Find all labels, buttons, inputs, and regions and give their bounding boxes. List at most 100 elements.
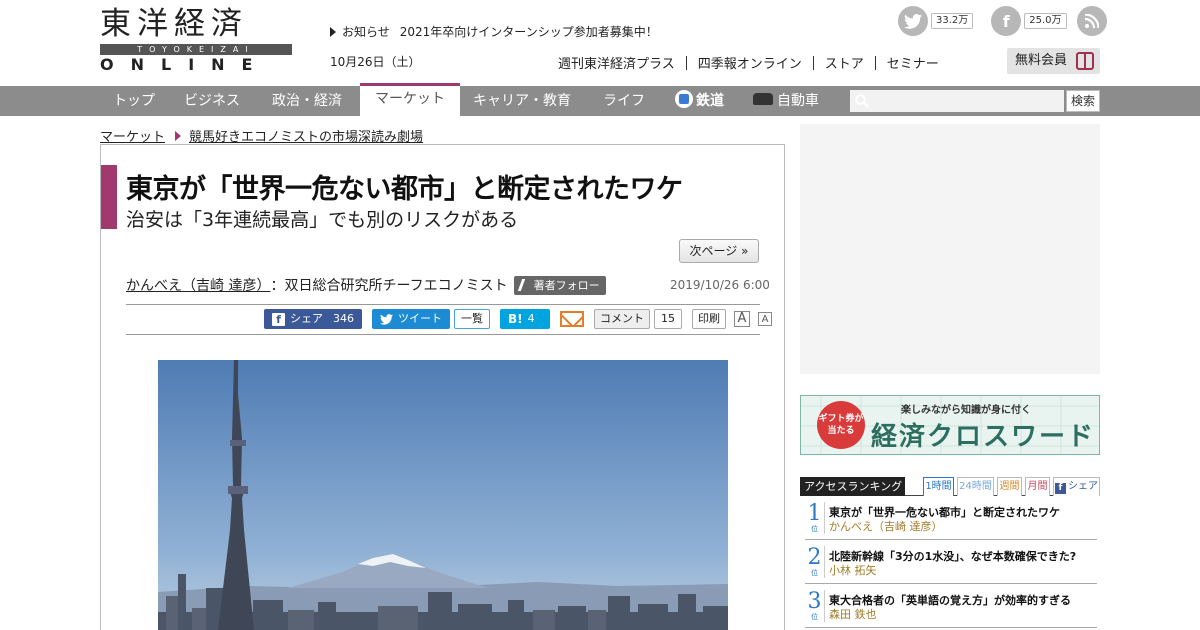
rank-number: 2位	[805, 546, 825, 578]
breadcrumb-arrow-icon	[175, 130, 182, 141]
search-button[interactable]: 検索	[1066, 90, 1100, 112]
hatena-bookmark-button[interactable]: B! 4	[500, 309, 550, 329]
site-header: 東洋経済 TOYOKEIZAI ONLINE お知らせ 2021年卒向けインター…	[0, 0, 1200, 86]
ranking-tab-monthly[interactable]: 月間	[1025, 477, 1050, 496]
share-divider-top	[126, 304, 760, 305]
share-divider-bottom	[126, 334, 760, 335]
author-title: ：双日総合研究所チーフエコノミスト	[270, 278, 508, 294]
tab-business[interactable]: ビジネス	[184, 86, 240, 116]
facebook-share-label: シェア	[290, 312, 323, 325]
comment-button[interactable]: コメント	[594, 309, 650, 329]
ranking-tab-share-label: シェア	[1068, 481, 1098, 492]
facebook-icon[interactable]: f	[991, 6, 1022, 36]
author-link[interactable]: かんべえ（吉崎 達彦）	[126, 275, 270, 295]
hatena-icon: B!	[508, 312, 523, 326]
train-icon	[675, 90, 693, 108]
tab-automobile-label: 自動車	[777, 93, 819, 109]
tweet-label: ツイート	[398, 312, 442, 325]
font-size-large-button[interactable]: A	[734, 311, 750, 327]
comment-count: 15	[654, 309, 682, 329]
breadcrumb-series[interactable]: 競馬好きエコノミストの市場深読み劇場	[189, 126, 423, 145]
twitter-icon	[380, 313, 393, 325]
nav-divider	[812, 55, 814, 70]
free-member-button[interactable]: 無料会員	[1007, 48, 1100, 74]
ranking-tabs: アクセスランキング 1時間 24時間 週間 月間 f シェア	[800, 477, 1100, 496]
rank-unit: 位	[811, 525, 818, 533]
logo-romaji: TOYOKEIZAI	[100, 44, 292, 55]
article-subtitle: 治安は「3年連続最高」でも別のリスクがある	[126, 209, 519, 231]
facebook-share-button[interactable]: f シェア 346	[264, 309, 362, 329]
tab-railway-label: 鉄道	[696, 93, 724, 109]
notice-banner[interactable]: お知らせ 2021年卒向けインターンシップ参加者募集中！	[330, 23, 658, 40]
publish-date: 2019/10/26 6:00	[670, 278, 770, 292]
article-photo-tokyo-skytree	[158, 360, 728, 630]
ranking-tab-1hour[interactable]: 1時間	[923, 477, 954, 496]
ranking-tab-24hours[interactable]: 24時間	[957, 477, 994, 496]
title-accent-bar	[101, 165, 117, 229]
search-input[interactable]	[850, 90, 1064, 112]
tab-career-education[interactable]: キャリア・教育	[473, 86, 571, 116]
crossword-title: 経済クロスワード	[871, 422, 1096, 452]
rank-number: 3位	[805, 590, 825, 622]
rank-article-author: かんべえ（吉崎 達彦）	[829, 520, 943, 533]
follow-author-label: 著者フォロー	[533, 278, 600, 292]
rss-icon[interactable]	[1076, 6, 1107, 36]
ranking-tab-weekly[interactable]: 週間	[997, 477, 1022, 496]
print-button[interactable]: 印刷	[692, 309, 726, 329]
notice-text: 2021年卒向けインターンシップ参加者募集中！	[399, 25, 658, 39]
free-member-label: 無料会員	[1015, 53, 1068, 68]
font-size-small-button[interactable]: A	[758, 312, 772, 326]
tweet-list-link[interactable]: 一覧	[454, 309, 490, 329]
tab-railway[interactable]: 鉄道	[675, 86, 724, 116]
nav-shikiho[interactable]: 四季報オンライン	[698, 53, 802, 72]
breadcrumb-market[interactable]: マーケット	[100, 126, 165, 145]
tab-politics-economy[interactable]: 政治・経済	[272, 86, 342, 116]
notice-arrow-icon	[330, 26, 336, 37]
tab-life[interactable]: ライフ	[603, 86, 645, 116]
ranking-tab-share[interactable]: f シェア	[1053, 477, 1100, 496]
ranking-item[interactable]: 1位 東京が「世界一危ない都市」と断定されたワケ かんべえ（吉崎 達彦）	[805, 496, 1097, 540]
sidebar-ad-space	[800, 124, 1100, 374]
hatena-count: 4	[527, 312, 535, 325]
facebook-icon: f	[272, 312, 285, 326]
tab-top[interactable]: トップ	[113, 86, 155, 116]
nav-divider	[685, 55, 687, 70]
site-logo[interactable]: 東洋経済 TOYOKEIZAI ONLINE	[100, 6, 292, 74]
crossword-banner[interactable]: ギフト券が当たる 楽しみながら知識が身に付く 経済クロスワード	[800, 395, 1100, 455]
next-page-button[interactable]: 次ページ »	[679, 239, 759, 263]
tweet-button[interactable]: ツイート	[372, 309, 450, 329]
search-icon	[855, 94, 869, 108]
rank-number: 1位	[805, 502, 825, 534]
ranking-item[interactable]: 3位 東大合格者の「英単語の覚え方」が効率的すぎる 森田 鉄也	[805, 584, 1097, 628]
notice-label: お知らせ	[342, 25, 390, 39]
pen-icon	[517, 278, 532, 291]
nav-seminar[interactable]: セミナー	[887, 53, 939, 72]
rank-article-author: 小林 拓矢	[829, 564, 877, 577]
logo-kanji: 東洋経済	[100, 6, 248, 42]
ranking-item[interactable]: 2位 北陸新幹線「3分の1水没」、なぜ本数確保できた? 小林 拓矢	[805, 540, 1097, 584]
crossword-gift-badge: ギフト券が当たる	[817, 401, 865, 449]
nav-weekly-plus[interactable]: 週刊東洋経済プラス	[558, 53, 675, 72]
nav-divider	[874, 55, 876, 70]
tab-automobile[interactable]: 自動車	[753, 86, 819, 116]
article-byline: かんべえ（吉崎 達彦） ：双日総合研究所チーフエコノミスト 著者フォロー	[126, 275, 606, 295]
facebook-follower-count: 25.0万	[1024, 13, 1067, 29]
follow-author-button[interactable]: 著者フォロー	[513, 275, 606, 295]
access-ranking: アクセスランキング 1時間 24時間 週間 月間 f シェア 1位 東京が「世界一…	[800, 477, 1100, 628]
article-title: 東京が「世界一危ない都市」と断定されたワケ	[126, 174, 683, 205]
mail-icon[interactable]	[560, 311, 584, 327]
tab-market[interactable]: マーケット	[360, 83, 460, 116]
current-date: 10月26日（土）	[330, 55, 421, 69]
rank-unit: 位	[811, 613, 818, 621]
twitter-icon[interactable]	[898, 6, 928, 36]
nav-store[interactable]: ストア	[825, 53, 864, 72]
facebook-icon: f	[1055, 483, 1066, 494]
facebook-share-count: 346	[333, 312, 354, 325]
breadcrumb: マーケット 競馬好きエコノミストの市場深読み劇場	[100, 126, 423, 145]
crossword-tagline: 楽しみながら知識が身に付く	[901, 405, 1031, 416]
car-icon	[753, 93, 773, 105]
share-bar: f シェア 346 ツイート 一覧 B! 4 コメント 15 印刷 A A	[264, 309, 772, 329]
top-utility-nav: 週刊東洋経済プラス 四季報オンライン ストア セミナー	[558, 53, 939, 72]
logo-online: ONLINE	[100, 55, 270, 74]
twitter-follower-count: 33.2万	[931, 13, 974, 29]
